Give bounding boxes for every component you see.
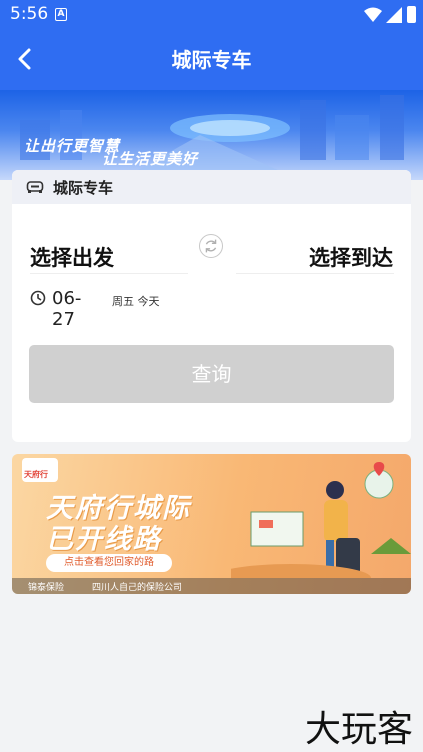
- signal-icon: [386, 7, 402, 23]
- date-weekday: 周五 今天: [112, 295, 160, 308]
- promo-footer-bar: [12, 578, 411, 594]
- status-time: 5:56: [10, 4, 49, 24]
- watermark: 大玩客: [304, 709, 413, 750]
- promo-cta[interactable]: 点击查看您回家的路: [46, 554, 172, 572]
- battery-icon: [407, 6, 416, 23]
- insurer-slogan: 四川人自己的保险公司: [92, 583, 183, 593]
- banner-slogan-line2: 让生活更美好: [102, 150, 199, 168]
- promo-banner[interactable]: 天府行 天府行城际 已开线路 点击查看您回家的路 锦泰保险 四川人自己的保险公司: [12, 454, 411, 594]
- departure-selector[interactable]: 选择出发: [30, 242, 114, 272]
- hero-banner: 让出行更智慧 让生活更美好: [0, 90, 423, 180]
- logo-text: 天府行: [24, 470, 48, 479]
- car-icon: [26, 181, 44, 193]
- app-header: 城际专车: [0, 30, 423, 92]
- query-button[interactable]: 查询: [29, 345, 394, 403]
- promo-headline-line2: 已开线路: [46, 524, 162, 555]
- booking-card: 城际专车 选择出发 选择到达 06-27 周五 今天 查询: [12, 170, 411, 442]
- tab-label: 城际专车: [53, 179, 114, 197]
- swap-route-icon[interactable]: [199, 234, 223, 258]
- departure-underline: [30, 273, 188, 274]
- destination-selector[interactable]: 选择到达: [309, 242, 393, 272]
- status-bar: 5:56 A: [0, 0, 423, 30]
- service-tab[interactable]: 城际专车: [12, 170, 411, 204]
- wifi-icon: [364, 7, 382, 22]
- page-title: 城际专车: [171, 48, 252, 72]
- traveler-illustration: [231, 462, 411, 578]
- date-value: 06-27: [52, 288, 82, 330]
- notification-icon: A: [55, 8, 67, 21]
- history-clock-icon: [30, 290, 46, 306]
- insurer-name: 锦泰保险: [28, 583, 65, 593]
- destination-underline: [236, 273, 394, 274]
